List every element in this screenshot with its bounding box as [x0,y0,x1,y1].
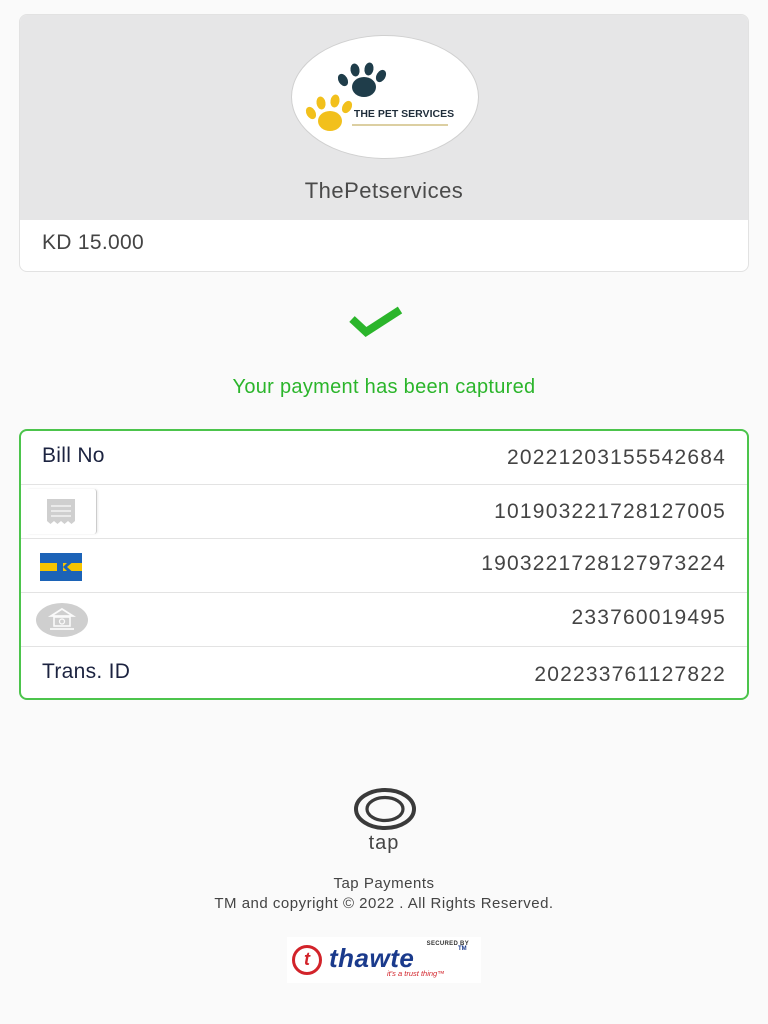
trans-id-label: Trans. ID [42,660,131,683]
tap-wordmark: tap [368,832,400,854]
bank-reference-value: 233760019495 [571,606,726,629]
footer-copyright: TM and copyright © 2022 . All Rights Res… [214,895,554,912]
payment-status-message: Your payment has been captured [232,376,536,398]
trans-id-value: 202233761127822 [534,663,726,686]
bill-no-label: Bill No [42,444,105,467]
knet-reference-value: 190322172812797322​4 [481,552,726,575]
thawte-t-icon: t [292,945,322,975]
footer-company: Tap Payments [333,875,435,892]
paw-logo-icon: THE PET SERVICES [305,62,454,131]
payment-amount: KD 15.000 [42,231,144,254]
seal-tm: TM [458,946,467,952]
merchant-logo: THE PET SERVICES [291,35,479,159]
merchant-name: ThePetservices [304,178,464,203]
logo-text: THE PET SERVICES [354,108,454,120]
seal-tagline: it's a trust thing™ [387,969,445,978]
bank-icon [36,603,88,637]
detail-row-bill-no: Bill No 20221203155542684 [21,431,747,485]
payment-details-table: Bill No 20221203155542684 10190322172812… [19,429,749,700]
merchant-card: THE PET SERVICES ThePetservices KD 15.00… [19,14,749,272]
bill-no-value: 20221203155542684 [507,446,726,469]
detail-row-knet: 190322172812797322​4 [21,539,747,593]
detail-row-trans-id: Trans. ID 202233761127822 [21,647,747,698]
receipt-icon [27,489,97,534]
detail-row-receipt: 101903221728127005 [21,485,747,539]
knet-icon [40,553,82,581]
thawte-seal[interactable]: SECURED BY t thawte TM it's a trust thin… [287,937,481,983]
receipt-value: 101903221728127005 [494,500,726,523]
tap-logo-icon [354,788,416,830]
detail-row-bank: 233760019495 [21,593,747,647]
check-icon [349,306,403,338]
merchant-header: THE PET SERVICES ThePetservices [20,15,748,220]
